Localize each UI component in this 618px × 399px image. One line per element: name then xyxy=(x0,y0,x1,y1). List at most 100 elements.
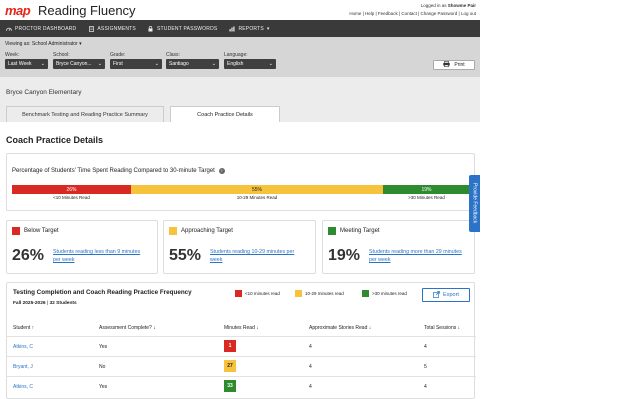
gauge-icon xyxy=(6,26,12,32)
class-value: Santiago xyxy=(169,61,189,67)
practice-frequency-table-card: Testing Completion and Coach Reading Pra… xyxy=(6,282,476,399)
total-sessions: 4 xyxy=(424,384,427,390)
target-title: Approaching Target xyxy=(181,228,233,234)
lock-icon xyxy=(148,25,154,32)
grade-value: First xyxy=(113,61,123,67)
printer-icon xyxy=(443,61,451,69)
document-icon xyxy=(88,25,94,32)
legend-swatch-yellow xyxy=(295,290,302,297)
legend-item-mid: 10-29 minutes read xyxy=(295,290,344,297)
chevron-down-icon: ▾ xyxy=(266,25,270,32)
student-name-link[interactable]: Atkins, C xyxy=(13,344,33,350)
chevron-down-icon: ⌄ xyxy=(40,61,45,67)
target-color-swatch xyxy=(12,227,20,235)
target-card: Below Target 26% Students reading less tha… xyxy=(6,220,158,274)
tab-benchmark-summary[interactable]: Benchmark Testing and Reading Practice S… xyxy=(6,106,164,122)
term-label: Fall 2025-2026 xyxy=(13,301,46,306)
target-card-header: Below Target xyxy=(12,227,59,235)
column-header-assessment[interactable]: Assessment Complete? ↓ xyxy=(99,325,156,331)
column-header-student[interactable]: Student ↑ xyxy=(13,325,34,331)
nav-assignments[interactable]: ASSIGNMENTS xyxy=(88,26,136,32)
school-select[interactable]: Bryce Canyon... ⌄ xyxy=(53,59,105,69)
print-button[interactable]: Print xyxy=(433,60,475,70)
chevron-down-icon: ⌄ xyxy=(154,61,159,67)
minutes-read-badge: 33 xyxy=(224,380,236,392)
week-value: Last Week xyxy=(8,61,32,67)
target-description-link[interactable]: Students reading less than 9 minutes per… xyxy=(53,248,148,264)
viewing-as-dropdown[interactable]: Viewing as: School Administrator ▾ xyxy=(5,41,82,47)
account-links[interactable]: Home | Help | Feedback | Contact | Chang… xyxy=(349,11,476,16)
bar-segment: 26% xyxy=(12,185,131,194)
school-label: School: xyxy=(53,52,70,58)
student-count: 32 Students xyxy=(49,301,77,306)
tab-coach-practice-details[interactable]: Coach Practice Details xyxy=(170,106,280,122)
student-name-link[interactable]: Bryant, J xyxy=(13,364,33,370)
legend-label: <10 minutes read xyxy=(245,291,280,296)
column-header-sessions[interactable]: Total Sessions ↓ xyxy=(424,325,460,331)
total-sessions: 4 xyxy=(424,344,427,350)
filter-bar: Viewing as: School Administrator ▾ Week:… xyxy=(0,37,480,77)
bar-category-label: <10 Minutes Read xyxy=(53,195,90,200)
provide-feedback-tab[interactable]: Provide Feedback xyxy=(469,175,480,232)
grade-label: Grade: xyxy=(110,52,126,58)
nav-reports[interactable]: REPORTS ▾ xyxy=(229,26,269,32)
sort-down-arrow-icon: ↓ xyxy=(457,325,461,331)
target-percent: 19% xyxy=(328,247,361,264)
table-title: Testing Completion and Coach Reading Pra… xyxy=(13,289,192,296)
export-button[interactable]: Export xyxy=(422,288,470,302)
header-label: Assessment Complete? xyxy=(99,325,152,331)
legend-label: 10-29 minutes read xyxy=(305,291,344,296)
total-sessions: 5 xyxy=(424,364,427,370)
top-bar: map Reading Fluency Logged in as Showme … xyxy=(0,0,480,20)
nav-label: ASSIGNMENTS xyxy=(97,25,136,32)
table-row: Atkins, C Yes 1 4 4 xyxy=(7,336,476,356)
chart-title: Percentage of Students' Time Spent Readi… xyxy=(12,168,215,174)
target-card-header: Meeting Target xyxy=(328,227,380,235)
target-color-swatch xyxy=(169,227,177,235)
stories-read: 4 xyxy=(309,344,312,350)
chevron-down-icon: ⌄ xyxy=(268,61,273,67)
target-percent: 26% xyxy=(12,247,45,264)
header-label: Student xyxy=(13,325,31,331)
target-color-swatch xyxy=(328,227,336,235)
bar-value-label: 19% xyxy=(421,186,432,193)
target-description-link[interactable]: Students reading 10-29 minutes per week xyxy=(210,248,305,264)
bar-segment: 19% xyxy=(383,185,470,194)
stories-read: 4 xyxy=(309,364,312,370)
class-select[interactable]: Santiago ⌄ xyxy=(166,59,219,69)
grade-select[interactable]: First ⌄ xyxy=(110,59,162,69)
stories-read: 4 xyxy=(309,384,312,390)
week-select[interactable]: Last Week ⌄ xyxy=(5,59,48,69)
chevron-down-icon: ⌄ xyxy=(211,61,216,67)
chart-title-row: Percentage of Students' Time Spent Readi… xyxy=(12,168,225,174)
assessment-complete: Yes xyxy=(99,344,108,350)
column-header-minutes[interactable]: Minutes Read ↓ xyxy=(224,325,259,331)
language-select[interactable]: English ⌄ xyxy=(224,59,276,69)
school-name: Bryce Canyon Elementary xyxy=(6,89,82,96)
nav-proctor-dashboard[interactable]: PROCTOR DASHBOARD xyxy=(6,26,76,32)
chevron-down-icon: ⌄ xyxy=(97,61,102,67)
export-icon xyxy=(433,290,440,300)
tab-label: Benchmark Testing and Reading Practice S… xyxy=(22,111,148,118)
minutes-read-badge: 1 xyxy=(224,340,236,352)
class-label: Class: xyxy=(166,52,180,58)
nav-student-passwords[interactable]: STUDENT PASSWORDS xyxy=(148,26,217,32)
tab-label: Coach Practice Details xyxy=(197,111,253,118)
nav-label: REPORTS xyxy=(238,25,264,32)
target-title: Meeting Target xyxy=(340,228,380,234)
viewing-as-label: Viewing as: School Administrator xyxy=(5,41,78,47)
info-icon[interactable]: ? xyxy=(218,168,225,174)
legend-swatch-green xyxy=(362,290,369,297)
assessment-complete: Yes xyxy=(99,384,108,390)
main-nav: PROCTOR DASHBOARD ASSIGNMENTS STUDENT PA… xyxy=(0,20,480,37)
map-logo: map xyxy=(5,3,31,18)
target-description-link[interactable]: Students reading more than 29 minutes pe… xyxy=(369,248,464,264)
student-name-link[interactable]: Atkins, C xyxy=(13,384,33,390)
assessment-complete: No xyxy=(99,364,106,370)
week-label: Week: xyxy=(5,52,20,58)
column-header-stories[interactable]: Approximate Stories Read ↓ xyxy=(309,325,371,331)
table-row: Bryant, J No 27 4 5 xyxy=(7,356,476,376)
export-label: Export xyxy=(443,292,459,298)
bar-value-label: 26% xyxy=(66,186,77,193)
language-value: English xyxy=(227,61,244,67)
